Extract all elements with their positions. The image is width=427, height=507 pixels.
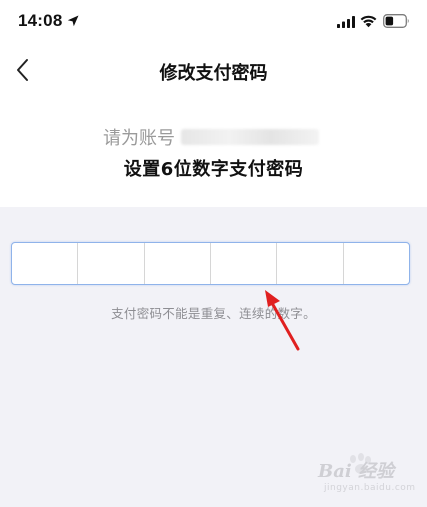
prompt-prefix: 请为账号 bbox=[103, 128, 175, 149]
pin-digit-4[interactable] bbox=[211, 243, 278, 284]
battery-icon bbox=[383, 14, 409, 28]
pin-digit-1[interactable] bbox=[12, 243, 79, 284]
pin-digit-3[interactable] bbox=[145, 243, 211, 284]
watermark-logo: Bai 经验 bbox=[318, 461, 394, 482]
prompt-main: 设置6位数字支付密码 bbox=[123, 159, 304, 180]
annotation-arrow-icon bbox=[265, 290, 300, 351]
pin-digit-6[interactable] bbox=[344, 243, 409, 284]
location-arrow-icon bbox=[67, 15, 79, 27]
prompt-account-line: 请为账号 bbox=[103, 124, 319, 150]
status-time: 14:08 bbox=[18, 11, 63, 30]
pin-digit-5[interactable] bbox=[277, 243, 344, 284]
pin-digit-2[interactable] bbox=[78, 243, 145, 284]
pin-hint: 支付密码不能是重复、连续的数字。 bbox=[111, 306, 316, 321]
cellular-signal-icon bbox=[337, 16, 355, 28]
pin-input[interactable] bbox=[11, 242, 410, 285]
wifi-icon bbox=[360, 15, 377, 28]
watermark-url: jingyan.baidu.com bbox=[324, 483, 416, 493]
account-redacted bbox=[181, 129, 319, 145]
page-title: 修改支付密码 bbox=[159, 63, 268, 84]
